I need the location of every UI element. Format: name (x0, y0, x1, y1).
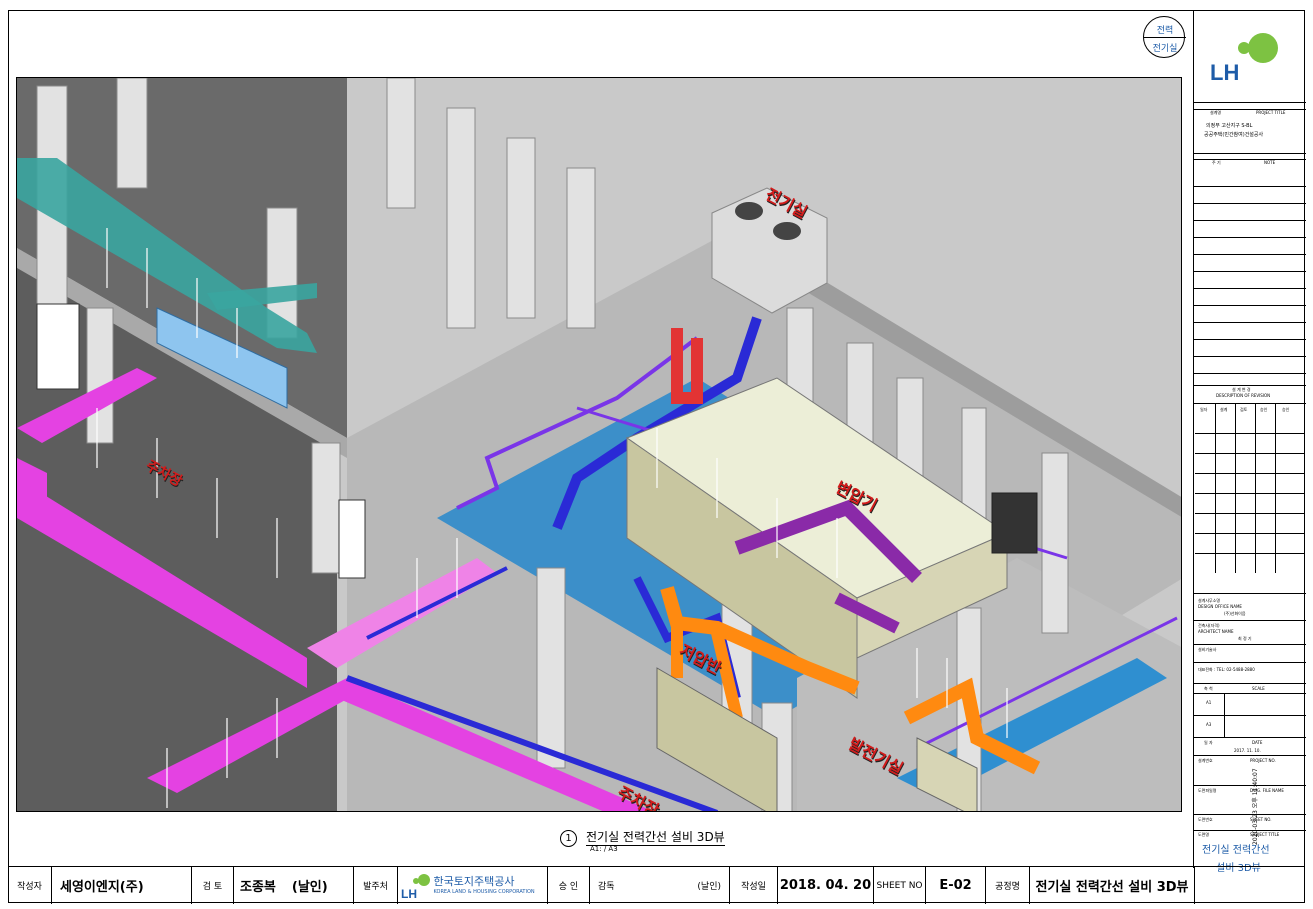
revision-ko: 설 계 변 경 (1232, 387, 1251, 392)
revision-col-4: 승인 (1260, 407, 1268, 412)
design-label: 설비기술사 (1198, 647, 1217, 652)
office-name: (주)선화이음 (1224, 611, 1246, 616)
bottom-title-strip: 작성자 세영이엔지(주) 검 토 조종복 (날인) 발주처 LH 한국토지주택공… (8, 866, 1305, 904)
lh-small-logo-icon: LH (401, 873, 430, 901)
architect-label: 건축사(자격) (1198, 623, 1220, 628)
caption-number: 1 (560, 830, 577, 847)
architect-label-en: ARCHITECT NAME (1198, 629, 1234, 634)
client-name-en: KOREA LAND & HOUSING CORPORATION (433, 888, 535, 895)
revision-col-3: 검토 (1240, 407, 1248, 412)
subject-ko: 도면명 (1198, 832, 1210, 837)
client-logo: LH 한국토지주택공사 KOREA LAND & HOUSING CORPORA… (398, 867, 548, 904)
lh-logo: LH (1208, 30, 1294, 100)
date-value: 2017. 11. 10. (1234, 748, 1261, 753)
caption-scale: A1: / A3 (590, 845, 618, 853)
scale-a1: A1 (1206, 700, 1212, 705)
title-block: LH 설계명 PROJECT TITLE 의정부 고산지구 S-BL 공공주택(… (1193, 10, 1306, 874)
svg-text:LH: LH (401, 887, 417, 901)
office-label: 설계사무소명 (1198, 598, 1221, 603)
date-label-en: DATE (1252, 740, 1263, 745)
side-timestamp: 2020-03-23 오후 11:40:07 (1252, 768, 1259, 845)
project-label-en: PROJECT TITLE (1256, 110, 1286, 115)
scale-a3: A3 (1206, 722, 1212, 727)
supervise-sign: (날인) (697, 882, 721, 892)
date-label-ko: 일 자 (1204, 740, 1213, 745)
date-label: 작성일 (730, 867, 778, 904)
logo-text: LH (1210, 60, 1240, 85)
work-title: 전기실 전력간선 설비 3D뷰 (1030, 867, 1195, 904)
scale-label-en: SCALE (1252, 686, 1265, 691)
project-no-ko: 설계번호 (1198, 758, 1213, 763)
reviewer-name: 조종복 (240, 880, 276, 895)
view-caption: 1 전기실 전력간선 설비 3D뷰 A1: / A3 (560, 828, 800, 854)
revision-col-5: 승인 (1282, 407, 1290, 412)
review-label: 검 토 (192, 867, 234, 904)
author-label: 작성자 (8, 867, 52, 904)
supervise-cell: 감독 (날인) (590, 867, 730, 904)
office-label-en: DESIGN OFFICE NAME (1198, 604, 1242, 609)
author-value: 세영이엔지(주) (52, 867, 192, 904)
scale-label-ko: 축 척 (1204, 686, 1213, 691)
project-line2: 공공주택(민간참여)건설공사 (1204, 132, 1264, 138)
sheet-value: E-02 (926, 867, 986, 904)
project-label-ko: 설계명 (1210, 110, 1222, 115)
project-no-en: PROJECT NO. (1250, 758, 1276, 763)
sheet-ko: 도면번호 (1198, 817, 1213, 822)
caption-title: 전기실 전력간선 설비 3D뷰 (586, 830, 725, 846)
reviewer-value: 조종복 (날인) (234, 867, 354, 904)
architect-name: 최 정 기 (1238, 636, 1252, 641)
sheet-label: SHEET NO (874, 867, 926, 904)
supervise-label: 감독 (598, 882, 615, 892)
isometric-drawing (17, 78, 1181, 811)
client-name-ko: 한국토지주택공사 (433, 874, 515, 888)
note-label-ko: 주 기 (1212, 160, 1221, 165)
subject-line1: 전기실 전력간선 (1202, 845, 1270, 856)
date-value: 2018. 04. 20 (778, 867, 874, 904)
room-badge: 전력 전기실 (1143, 16, 1186, 58)
badge-line1: 전력 (1156, 26, 1174, 36)
client-label: 발주처 (354, 867, 398, 904)
revision-col-1: 일자 (1200, 407, 1208, 412)
revision-en: DESCRIPTION OF REVISION (1216, 393, 1271, 398)
work-label: 공정명 (986, 867, 1030, 904)
reviewer-sign: (날인) (291, 880, 328, 895)
revision-col-2: 설계 (1220, 407, 1228, 412)
note-label-en: NOTE (1264, 160, 1276, 165)
badge-line2: 전기실 (1152, 44, 1178, 54)
contact: 대표전화 : TEL: 02-5488-2880 (1198, 667, 1255, 672)
drawing-3d-view: 전기실 주차장 변압기 저압반 발전기실 주차장 (16, 77, 1182, 812)
file-ko: 도면파일명 (1198, 788, 1217, 793)
project-line1: 의정부 고산지구 S-BL (1206, 123, 1253, 129)
approve-label: 승 인 (548, 867, 590, 904)
